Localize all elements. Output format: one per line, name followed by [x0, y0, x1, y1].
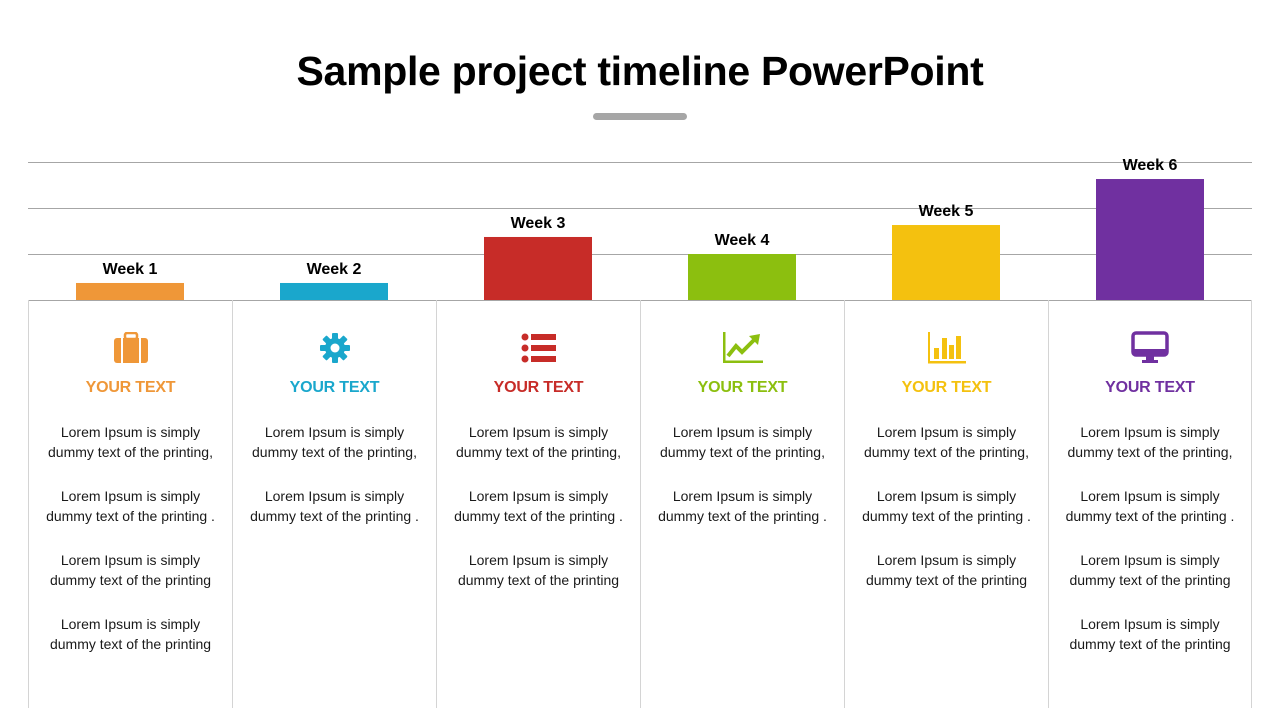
bar-week-4: [688, 254, 796, 300]
bars: [76, 179, 1204, 300]
timeline-column: YOUR TEXT Lorem Ipsum is simply dummy tex…: [844, 300, 1048, 708]
list-icon: [437, 330, 640, 366]
column-heading: YOUR TEXT: [289, 379, 380, 396]
column-paragraph: Lorem Ipsum is simply dummy text of the …: [1069, 616, 1231, 652]
column-paragraph: Lorem Ipsum is simply dummy text of the …: [252, 424, 417, 460]
column-paragraph: Lorem Ipsum is simply dummy text of the …: [49, 616, 212, 652]
column-paragraph: Lorem Ipsum is simply dummy text of the …: [456, 424, 621, 460]
column-heading: YOUR TEXT: [85, 379, 176, 396]
column-paragraph: Lorem Ipsum is simply dummy text of the …: [1065, 488, 1235, 524]
timeline-columns: YOUR TEXT Lorem Ipsum is simply dummy tex…: [28, 300, 1252, 708]
bar-week-2: [280, 282, 388, 300]
column-heading: YOUR TEXT: [697, 379, 788, 396]
timeline-column: YOUR TEXT Lorem Ipsum is simply dummy tex…: [640, 300, 844, 708]
bar-data-label: Week 3: [511, 215, 566, 232]
column-paragraph: Lorem Ipsum is simply dummy text of the …: [46, 488, 215, 524]
column-paragraph: Lorem Ipsum is simply dummy text of the …: [660, 424, 825, 460]
column-paragraph: Lorem Ipsum is simply dummy text of the …: [1069, 552, 1231, 588]
column-paragraph: Lorem Ipsum is simply dummy text of the …: [658, 488, 827, 524]
bar-week-5: [892, 225, 1000, 300]
column-paragraphs: Lorem Ipsum is simply dummy text of the …: [1057, 422, 1243, 678]
bar-data-label: Week 6: [1123, 157, 1178, 174]
column-heading: YOUR TEXT: [901, 379, 992, 396]
column-paragraph: Lorem Ipsum is simply dummy text of the …: [49, 552, 212, 588]
column-heading: YOUR TEXT: [1105, 379, 1195, 396]
timeline-bar-chart: Week 1 Week 2 Week 3 Week 4 Week 5 Week 6: [28, 157, 1252, 301]
column-paragraph: Lorem Ipsum is simply dummy text of the …: [864, 424, 1029, 460]
timeline-column: YOUR TEXT Lorem Ipsum is simply dummy tex…: [28, 300, 232, 708]
bar-data-label: Week 5: [919, 203, 974, 220]
column-paragraph: Lorem Ipsum is simply dummy text of the …: [862, 488, 1031, 524]
bar-data-label: Week 2: [307, 261, 362, 278]
gridlines: [28, 162, 1252, 301]
bar-week-3: [484, 236, 592, 300]
column-paragraph: Lorem Ipsum is simply dummy text of the …: [250, 488, 419, 524]
line-chart-icon: [641, 330, 844, 366]
column-paragraphs: Lorem Ipsum is simply dummy text of the …: [241, 422, 428, 550]
bar-labels: Week 1 Week 2 Week 3 Week 4 Week 5 Week 6: [103, 157, 1178, 278]
column-paragraphs: Lorem Ipsum is simply dummy text of the …: [37, 422, 224, 678]
column-heading: YOUR TEXT: [493, 379, 584, 396]
briefcase-icon: [29, 330, 232, 366]
bar-data-label: Week 4: [715, 232, 770, 249]
column-paragraphs: Lorem Ipsum is simply dummy text of the …: [649, 422, 836, 550]
column-paragraph: Lorem Ipsum is simply dummy text of the …: [457, 552, 620, 588]
monitor-icon: [1049, 330, 1251, 366]
bar-week-6: [1096, 179, 1204, 300]
column-paragraph: Lorem Ipsum is simply dummy text of the …: [1067, 424, 1233, 460]
column-paragraphs: Lorem Ipsum is simply dummy text of the …: [445, 422, 632, 614]
column-paragraph: Lorem Ipsum is simply dummy text of the …: [48, 424, 213, 460]
column-paragraph: Lorem Ipsum is simply dummy text of the …: [454, 488, 623, 524]
bar-data-label: Week 1: [103, 261, 158, 278]
bar-week-1: [76, 282, 184, 300]
timeline-column: YOUR TEXT Lorem Ipsum is simply dummy tex…: [436, 300, 640, 708]
timeline-column: YOUR TEXT Lorem Ipsum is simply dummy tex…: [1048, 300, 1252, 708]
column-paragraph: Lorem Ipsum is simply dummy text of the …: [865, 552, 1028, 588]
timeline-column: YOUR TEXT Lorem Ipsum is simply dummy tex…: [232, 300, 436, 708]
gear-icon: [233, 330, 436, 366]
column-paragraphs: Lorem Ipsum is simply dummy text of the …: [853, 422, 1040, 614]
bar-chart-icon: [845, 330, 1048, 366]
